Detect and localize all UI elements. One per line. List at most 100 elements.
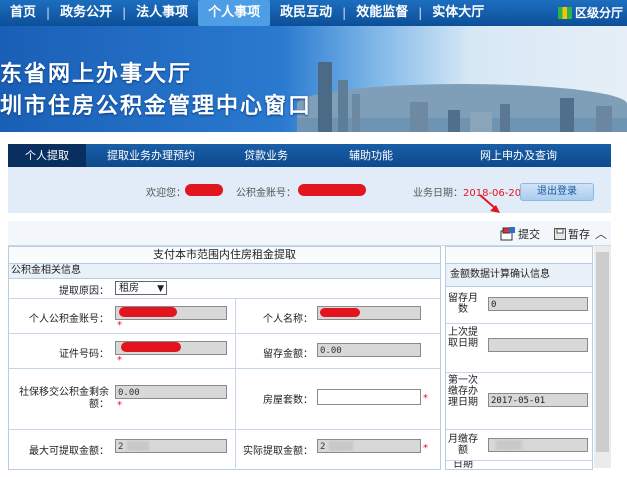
account-label: 公积金账号： bbox=[236, 188, 296, 199]
vertical-scrollbar[interactable] bbox=[594, 246, 611, 468]
redacted-account-number bbox=[119, 307, 177, 317]
panel-row: 留存月数 0 bbox=[446, 287, 592, 324]
house-count-field[interactable] bbox=[317, 389, 421, 405]
nav-supervision[interactable]: 效能监督 bbox=[346, 0, 418, 26]
form-row: 社保移交公积金剩余额： 0.00 * 房屋套数： * bbox=[9, 369, 440, 430]
form-title: 支付本市范围内住房租金提取 bbox=[9, 247, 440, 264]
submit-label: 提交 bbox=[518, 227, 540, 241]
blurred-amount bbox=[127, 441, 149, 451]
first-deposit-date-field[interactable]: 2017-05-01 bbox=[488, 393, 588, 407]
balance-label: 留存金额： bbox=[263, 349, 313, 360]
scrollbar-thumb[interactable] bbox=[596, 252, 609, 452]
blurred-amount bbox=[329, 441, 353, 451]
redacted-id-number bbox=[121, 342, 181, 352]
panel-row: 上次提取日期 bbox=[446, 324, 592, 373]
logout-button[interactable]: 退出登录 bbox=[520, 183, 594, 201]
banner-building bbox=[500, 104, 510, 132]
welcome-label: 欢迎您： bbox=[146, 188, 186, 199]
banner: 东省网上办事大厅 圳市住房公积金管理中心窗口 bbox=[0, 26, 627, 132]
id-number-label: 证件号码： bbox=[59, 349, 109, 360]
tab-withdrawal-appointment[interactable]: 提取业务办理预约 bbox=[86, 144, 216, 167]
spacer bbox=[0, 132, 627, 144]
retained-months-field[interactable]: 0 bbox=[488, 297, 588, 311]
submit-icon bbox=[500, 226, 515, 240]
nav-corporate-matters[interactable]: 法人事项 bbox=[126, 0, 198, 26]
panel-row-label: 留存月数 bbox=[448, 293, 478, 315]
balance-field[interactable]: 0.00 bbox=[317, 343, 421, 357]
nav-personal-matters[interactable]: 个人事项 bbox=[198, 0, 271, 26]
panel-row: 第一次缴存办理日期 2017-05-01 bbox=[446, 373, 592, 430]
actual-withdraw-label: 实际提取金额： bbox=[243, 446, 313, 457]
save-draft-label: 暂存 bbox=[568, 227, 590, 241]
name-label: 个人名称： bbox=[263, 314, 313, 325]
panel-row-label: 上次提取日期 bbox=[448, 327, 478, 349]
form-row: 最大可提取金额： 2 实际提取金额： 2 * bbox=[9, 430, 440, 468]
form-row: 证件号码： * 留存金额： 0.00 bbox=[9, 334, 440, 369]
reason-label: 提取原因： bbox=[59, 286, 109, 297]
reason-select[interactable]: 租房 ▼ bbox=[115, 281, 167, 295]
banner-building bbox=[560, 98, 574, 132]
form-toolbar: 提交 暂存 ︿ bbox=[8, 221, 611, 246]
business-date: 业务日期：2018-06-20 bbox=[413, 184, 521, 199]
account-field-label: 个人公积金账号： bbox=[29, 314, 109, 325]
required-marker: * bbox=[423, 393, 428, 404]
redacted-username bbox=[185, 184, 223, 196]
banner-building bbox=[352, 94, 360, 132]
banner-building bbox=[596, 106, 612, 132]
banner-building bbox=[338, 80, 348, 132]
panel-row: 日期 bbox=[446, 461, 592, 469]
tab-personal-withdrawal[interactable]: 个人提取 bbox=[8, 144, 86, 167]
social-transfer-label: 社保移交公积金剩余额： bbox=[19, 387, 109, 410]
region-branch-link[interactable]: 区级分厅 bbox=[557, 0, 623, 26]
redacted-account bbox=[298, 184, 366, 196]
tab-loan-business[interactable]: 贷款业务 bbox=[216, 144, 316, 167]
cell-divider bbox=[235, 299, 236, 333]
withdrawal-form: 支付本市范围内住房租金提取 公积金相关信息 提取原因： 租房 ▼ 个人公积金账号… bbox=[8, 246, 441, 470]
tab-auxiliary-functions[interactable]: 辅助功能 bbox=[316, 144, 426, 167]
red-arrow-annotation bbox=[479, 194, 500, 213]
banner-title-line2: 圳市住房公积金管理中心窗口 bbox=[0, 94, 313, 119]
panel-row-label: 日期 bbox=[453, 461, 473, 469]
region-label: 区级分厅 bbox=[574, 6, 623, 20]
last-withdraw-date-field[interactable] bbox=[488, 338, 588, 352]
form-row: 个人公积金账号： * 个人名称： bbox=[9, 299, 440, 334]
top-nav: 首页 | 政务公开 | 法人事项 个人事项 政民互动 | 效能监督 | 实体大厅… bbox=[0, 0, 627, 26]
nav-interaction[interactable]: 政民互动 bbox=[270, 0, 342, 26]
reason-selected-value: 租房 bbox=[119, 283, 139, 294]
nav-home[interactable]: 首页 bbox=[0, 0, 46, 26]
redacted-name bbox=[320, 308, 360, 317]
required-marker: * bbox=[423, 443, 428, 454]
panel-header bbox=[446, 247, 592, 264]
cell-divider bbox=[235, 334, 236, 368]
user-info-bar: 欢迎您： 公积金账号： 业务日期：2018-06-20 退出登录 bbox=[8, 167, 611, 213]
panel-section-title: 金额数据计算确认信息 bbox=[446, 264, 592, 287]
banner-building bbox=[410, 102, 428, 132]
social-transfer-field[interactable]: 0.00 bbox=[115, 385, 227, 399]
region-icon bbox=[557, 7, 572, 19]
banner-building bbox=[448, 110, 460, 132]
banner-building bbox=[470, 112, 492, 132]
tab-online-application-query[interactable]: 网上申办及查询 bbox=[426, 144, 611, 167]
submit-button[interactable]: 提交 bbox=[500, 225, 540, 242]
max-withdraw-label: 最大可提取金额： bbox=[29, 446, 109, 457]
banner-tower bbox=[318, 62, 332, 132]
blurred-amount bbox=[496, 440, 522, 450]
cell-divider bbox=[235, 430, 236, 468]
reason-row: 提取原因： 租房 ▼ bbox=[9, 278, 440, 299]
required-marker: * bbox=[117, 400, 122, 411]
chevron-up-icon[interactable]: ︿ bbox=[595, 225, 607, 242]
nav-government-affairs[interactable]: 政务公开 bbox=[50, 0, 122, 26]
required-marker: * bbox=[117, 320, 122, 331]
sub-nav: 个人提取 提取业务办理预约 贷款业务 辅助功能 网上申办及查询 bbox=[8, 144, 611, 167]
save-draft-button[interactable]: 暂存 bbox=[554, 225, 590, 242]
cell-divider bbox=[235, 369, 236, 429]
form-section-title: 公积金相关信息 bbox=[9, 264, 440, 279]
amount-confirmation-panel: 金额数据计算确认信息 留存月数 0 上次提取日期 第一次缴存办理日期 2017-… bbox=[445, 246, 593, 470]
house-count-label: 房屋套数： bbox=[263, 395, 313, 406]
required-marker: * bbox=[117, 355, 122, 366]
nav-physical-hall[interactable]: 实体大厅 bbox=[422, 0, 494, 26]
banner-title-line1: 东省网上办事大厅 bbox=[0, 62, 193, 87]
business-date-label: 业务日期： bbox=[413, 188, 463, 199]
panel-row: 月缴存额 bbox=[446, 430, 592, 461]
chevron-down-icon: ▼ bbox=[157, 284, 164, 294]
